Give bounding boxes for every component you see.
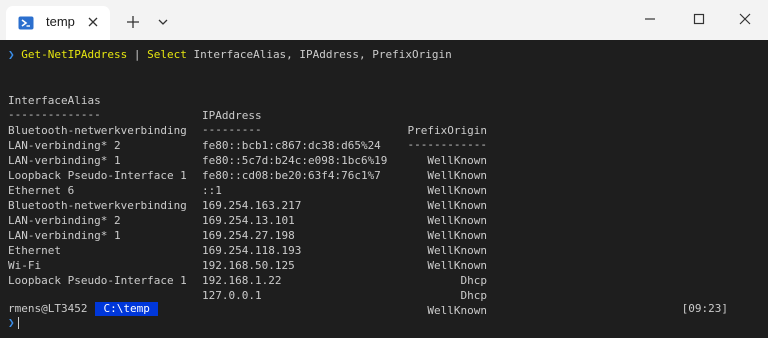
header-prefix-origin: PrefixOrigin: [407, 124, 487, 137]
cell-prefix-origin: Dhcp: [460, 289, 488, 302]
close-icon[interactable]: [86, 15, 100, 29]
cell-ip-address: 192.168.1.22: [202, 274, 282, 287]
underline-prefix-origin: ------------: [407, 138, 487, 151]
cell-ip-address: 169.254.13.101: [202, 214, 295, 227]
table-row: Loopback Pseudo-Interface 1 ::1 WellKnow…: [8, 153, 487, 212]
cmdlet: Get-NetIPAddress: [21, 48, 128, 61]
table-row: Ethernet 192.168.50.125 Dhcp: [8, 228, 487, 287]
underline-interface-alias: --------------: [8, 108, 101, 121]
table-row: Wi-Fi 192.168.1.22 Dhcp: [8, 243, 487, 302]
cell-interface-alias: Bluetooth-netwerkverbinding: [8, 199, 187, 212]
table-row: Bluetooth-netwerkverbinding 169.254.13.1…: [8, 183, 487, 242]
table-row: LAN-verbinding* 2 fe80::5c7d:b24c:e098:1…: [8, 123, 487, 182]
prompt-time: [09:23]: [681, 302, 728, 315]
close-window-icon[interactable]: [738, 12, 752, 26]
header-ip-address: IPAddress: [202, 109, 262, 122]
input-line[interactable]: ❯: [8, 316, 19, 330]
cell-interface-alias: Wi-Fi: [8, 259, 42, 272]
cell-ip-address: 169.254.163.217: [202, 199, 302, 212]
table-row: LAN-verbinding* 2 169.254.27.198 WellKno…: [8, 198, 487, 257]
user-host: rmens@LT3452: [8, 302, 88, 315]
maximize-icon[interactable]: [692, 12, 706, 26]
cell-interface-alias: Loopback Pseudo-Interface 1: [8, 169, 187, 182]
minimize-icon[interactable]: [643, 12, 657, 26]
cell-prefix-origin: WellKnown: [427, 199, 487, 212]
cell-prefix-origin: WellKnown: [427, 244, 487, 257]
cell-interface-alias: LAN-verbinding* 1: [8, 229, 121, 242]
cell-prefix-origin: WellKnown: [427, 304, 487, 317]
cell-interface-alias: LAN-verbinding* 1: [8, 154, 121, 167]
cell-prefix-origin: WellKnown: [427, 259, 487, 272]
cell-interface-alias: Ethernet 6: [8, 184, 75, 197]
cell-ip-address: 169.254.118.193: [202, 244, 302, 257]
terminal-pane[interactable]: ❯ Get-NetIPAddress | Select InterfaceAli…: [0, 40, 768, 338]
chevron-down-icon[interactable]: [157, 17, 169, 27]
table-header-underline: -------------- --------- ------------: [8, 92, 487, 151]
table-row: Ethernet 6 169.254.163.217 WellKnown: [8, 168, 487, 227]
pipe: |: [133, 48, 141, 61]
select-cmdlet: Select: [147, 48, 187, 61]
table-row: Bluetooth-netwerkverbinding fe80::bcb1:c…: [8, 108, 487, 167]
cell-ip-address: 169.254.27.198: [202, 229, 295, 242]
plus-icon[interactable]: [125, 14, 141, 30]
cell-interface-alias: Loopback Pseudo-Interface 1: [8, 274, 187, 287]
text-cursor: [17, 317, 19, 329]
cell-prefix-origin: WellKnown: [427, 184, 487, 197]
table-row: Loopback Pseudo-Interface 1 127.0.0.1 We…: [8, 258, 487, 317]
cell-prefix-origin: Dhcp: [460, 274, 488, 287]
prompt-status-line: rmens@LT3452 C:\temp: [8, 302, 158, 316]
cell-prefix-origin: WellKnown: [427, 154, 487, 167]
cell-interface-alias: LAN-verbinding* 2: [8, 214, 121, 227]
table-header: InterfaceAlias IPAddress PrefixOrigin: [8, 78, 487, 137]
cell-prefix-origin: WellKnown: [427, 214, 487, 227]
underline-ip-address: ---------: [202, 123, 262, 136]
tab-temp[interactable]: temp: [6, 6, 110, 40]
cell-ip-address: fe80::bcb1:c867:dc38:d65%24: [202, 139, 381, 152]
cell-interface-alias: Bluetooth-netwerkverbinding: [8, 124, 187, 137]
path-badge: C:\temp: [95, 302, 158, 316]
cell-interface-alias: Ethernet: [8, 244, 61, 257]
table-row: LAN-verbinding* 1 fe80::cd08:be20:63f4:7…: [8, 138, 487, 197]
cell-interface-alias: LAN-verbinding* 2: [8, 139, 121, 152]
select-args: InterfaceAlias, IPAddress, PrefixOrigin: [193, 48, 452, 61]
prompt-arrow: ❯: [8, 48, 15, 61]
cell-ip-address: ::1: [202, 184, 222, 197]
cell-ip-address: 192.168.50.125: [202, 259, 295, 272]
cell-ip-address: fe80::cd08:be20:63f4:76c1%7: [202, 169, 381, 182]
cell-ip-address: 127.0.0.1: [202, 289, 262, 302]
cell-ip-address: fe80::5c7d:b24c:e098:1bc6%19: [202, 154, 388, 167]
command-line: ❯ Get-NetIPAddress | Select InterfaceAli…: [8, 48, 452, 62]
prompt-arrow: ❯: [8, 316, 15, 329]
powershell-icon: [18, 16, 34, 30]
header-interface-alias: InterfaceAlias: [8, 94, 101, 107]
tab-title: temp: [46, 14, 75, 29]
cell-prefix-origin: WellKnown: [427, 229, 487, 242]
table-row: LAN-verbinding* 1 169.254.118.193 WellKn…: [8, 213, 487, 272]
title-bar: temp: [0, 0, 768, 40]
cell-prefix-origin: WellKnown: [427, 169, 487, 182]
